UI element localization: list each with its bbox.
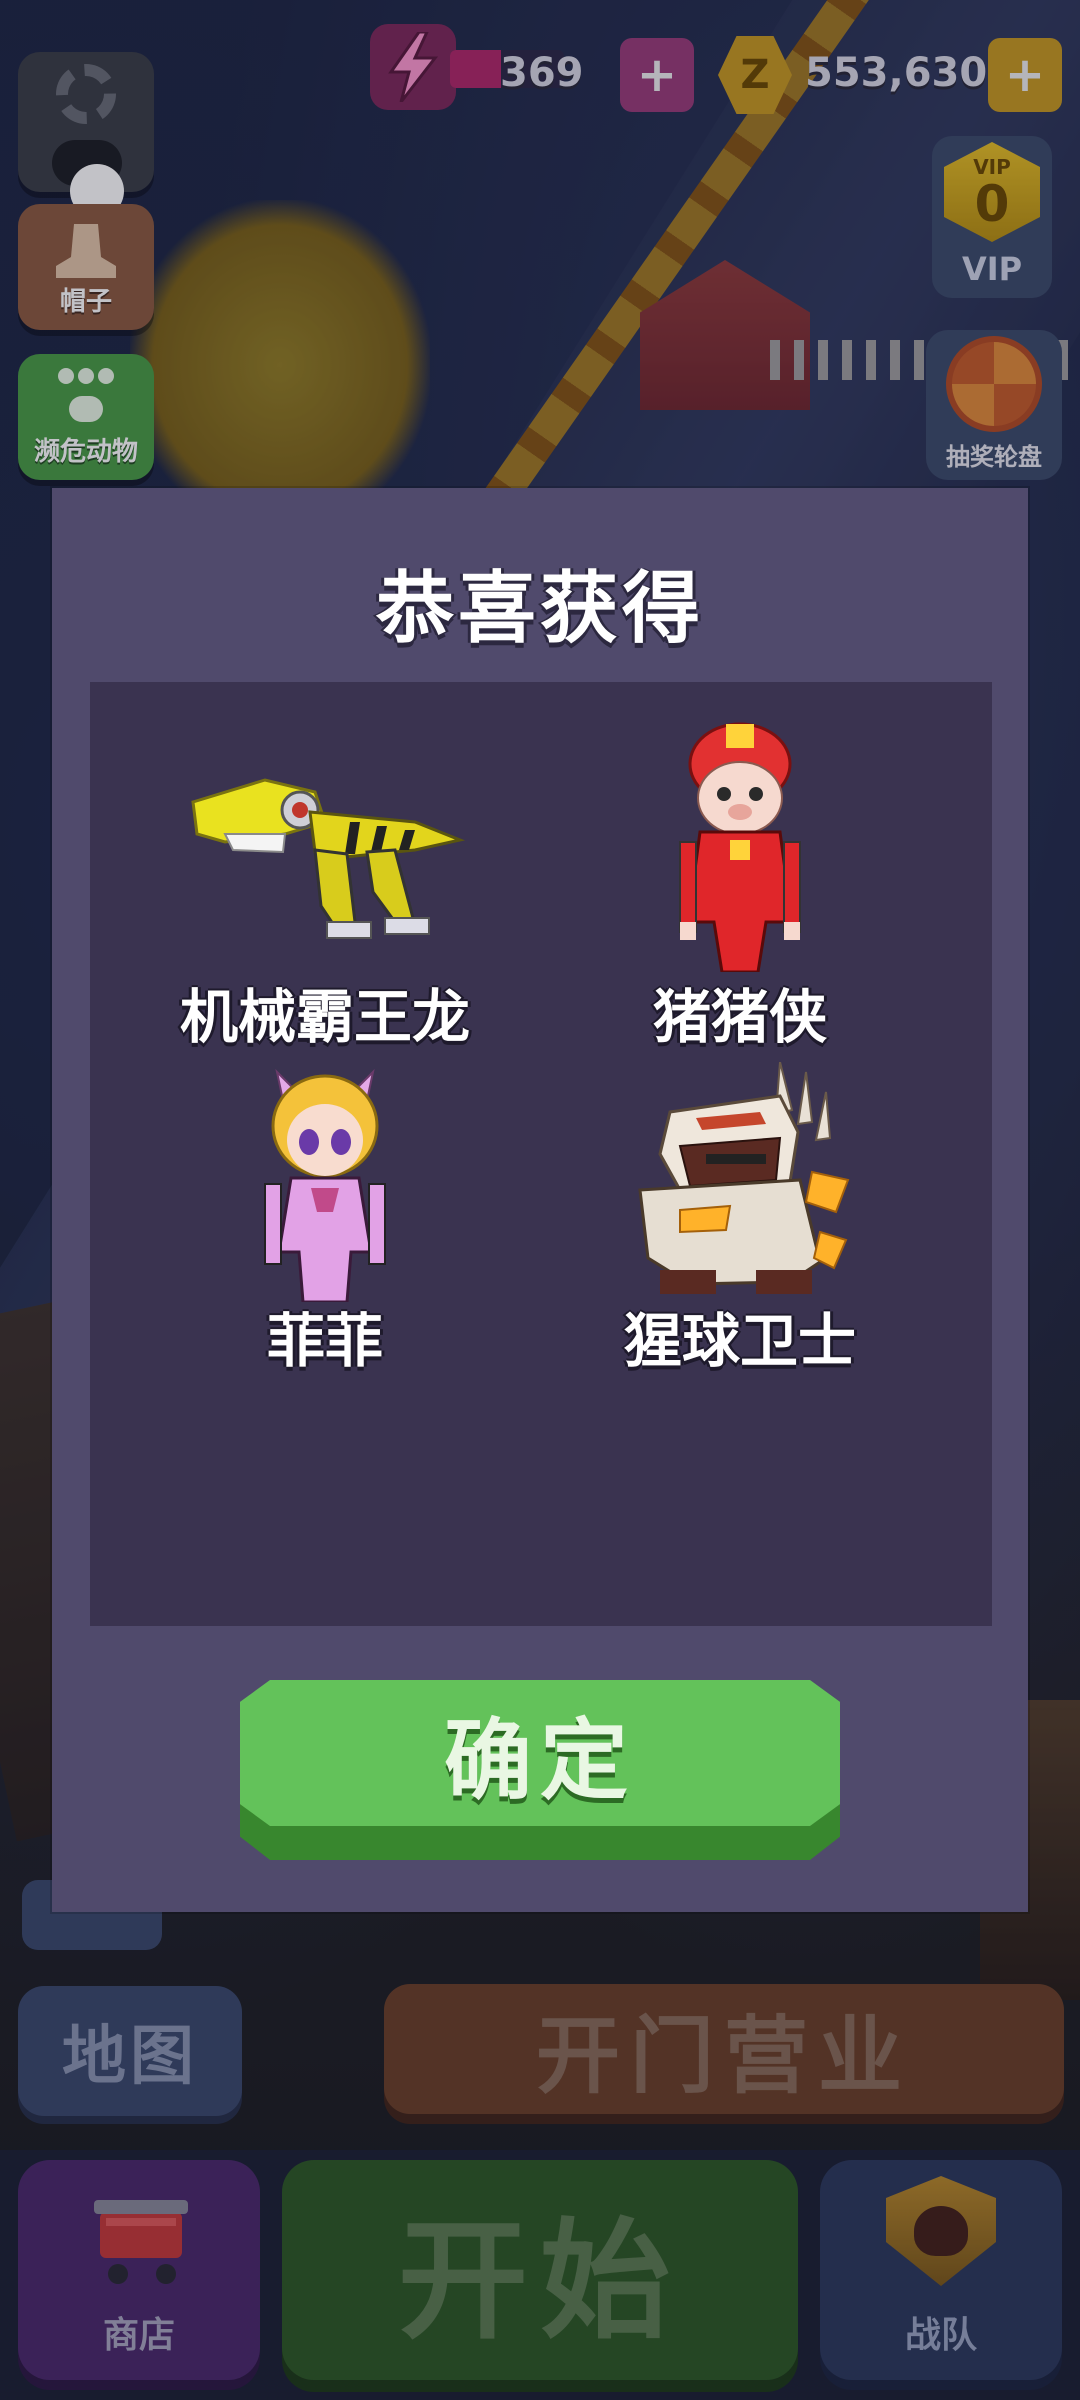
reward-item-name: 机械霸王龙 [179, 983, 470, 1051]
reward-item-name: 猪猪侠 [652, 983, 827, 1051]
reward-list-panel: 机械霸王龙 猪猪侠 菲菲 猩球卫士 [90, 682, 992, 1626]
reward-item: 机械霸王龙 [115, 722, 535, 1052]
confirm-button-face: 确定 [240, 1680, 840, 1826]
reward-item-name: 菲菲 [266, 1307, 383, 1375]
dialog-title: 恭喜获得 [375, 564, 704, 654]
reward-item: 菲菲 [115, 1062, 535, 1392]
reward-item: 猪猪侠 [530, 722, 950, 1052]
confirm-button[interactable]: 确定 [240, 1680, 840, 1860]
reward-item-name: 猩球卫士 [623, 1307, 856, 1375]
confirm-label: 确定 [443, 1708, 636, 1812]
pig-hero-icon [679, 722, 801, 972]
feifei-icon [264, 1068, 386, 1302]
mech-trex-icon [191, 778, 466, 939]
reward-item: 猩球卫士 [530, 1062, 950, 1392]
ape-guard-icon [638, 1062, 850, 1294]
reward-dialog: 恭喜获得 机械霸王龙 猪猪侠 菲菲 猩球卫士 确定 [52, 488, 1028, 1912]
